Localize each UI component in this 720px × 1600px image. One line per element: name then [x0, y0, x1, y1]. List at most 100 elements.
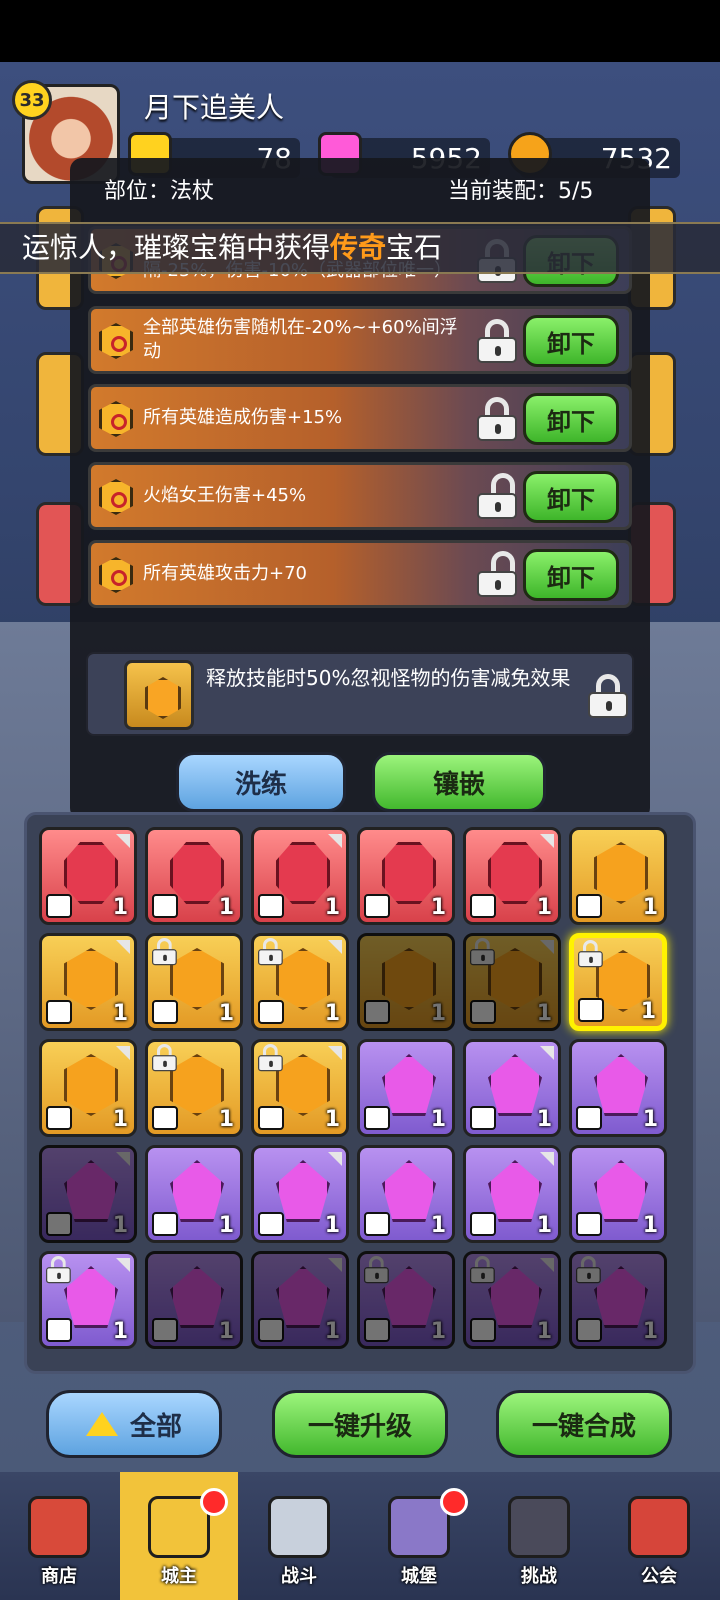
nav-tab[interactable]: 城堡 [360, 1472, 478, 1600]
inventory-gem-cell[interactable]: 1 [145, 1039, 243, 1137]
gem-count: 1 [218, 1001, 234, 1026]
nav-tab[interactable]: 战斗 [240, 1472, 358, 1600]
inventory-gem-cell[interactable]: 1 [463, 933, 561, 1031]
inventory-gem-cell[interactable]: 1 [569, 1145, 667, 1243]
inventory-gem-cell[interactable]: 1 [251, 827, 349, 925]
slot-type-icon [46, 1318, 72, 1342]
inventory-gem-cell[interactable]: 1 [145, 933, 243, 1031]
refine-button[interactable]: 洗练 [176, 752, 346, 812]
slot-type-icon [470, 1000, 496, 1024]
gem-icon [99, 479, 133, 515]
red-gem-icon [170, 842, 224, 904]
slot-type-icon [46, 1106, 72, 1130]
inventory-gem-cell[interactable]: 1 [463, 827, 561, 925]
nav-tab[interactable]: 商店 [0, 1472, 118, 1600]
equipped-gem-row: 火焰女王伤害+45% 卸下 [88, 462, 632, 530]
inventory-gem-cell[interactable]: 1 [463, 1251, 561, 1349]
inventory-gem-cell[interactable]: 1 [145, 1145, 243, 1243]
purple-gem-icon [488, 1054, 542, 1116]
slot-type-icon [470, 894, 496, 918]
inventory-gem-cell[interactable]: 1 [357, 1039, 455, 1137]
nav-tab[interactable]: 城主 [120, 1472, 238, 1600]
banner-text-suffix: 宝石 [386, 231, 443, 264]
red-gem-icon [382, 842, 436, 904]
gem-count: 1 [112, 1213, 128, 1238]
gem-count: 1 [430, 1107, 446, 1132]
inventory-gem-cell[interactable]: 1 [569, 933, 667, 1031]
gem-icon [99, 401, 133, 437]
purple-gem-icon [594, 1160, 648, 1222]
nav-tab[interactable]: 挑战 [480, 1472, 598, 1600]
gem-effect-text: 所有英雄造成伤害+15% [143, 407, 343, 428]
inventory-gem-cell[interactable]: 1 [39, 1145, 137, 1243]
red-gem-icon [488, 842, 542, 904]
gold-gem-icon [64, 948, 118, 1010]
inventory-gem-cell[interactable]: 1 [39, 827, 137, 925]
gem-count: 1 [640, 999, 656, 1024]
filter-all-button[interactable]: 全部 [46, 1390, 222, 1458]
gold-gem-icon [170, 1054, 224, 1116]
unequip-button[interactable]: 卸下 [523, 471, 619, 523]
slot-type-icon [576, 1106, 602, 1130]
nav-tab[interactable]: 公会 [600, 1472, 718, 1600]
gem-count: 1 [536, 1213, 552, 1238]
inventory-gem-cell[interactable]: 1 [357, 1145, 455, 1243]
banner-text-prefix: 运惊人，璀璨宝箱中获得 [22, 231, 331, 264]
unequip-button[interactable]: 卸下 [523, 393, 619, 445]
gem-count: 1 [430, 1319, 446, 1344]
inventory-gem-cell[interactable]: 1 [463, 1039, 561, 1137]
inlay-button[interactable]: 镶嵌 [372, 752, 546, 812]
corner-marker-icon [540, 940, 554, 954]
corner-marker-icon [328, 834, 342, 848]
guild-icon [628, 1496, 690, 1558]
slot-type-icon [364, 894, 390, 918]
gem-count: 1 [112, 1107, 128, 1132]
corner-marker-icon [328, 1046, 342, 1060]
purple-gem-icon [170, 1266, 224, 1328]
inventory-gem-cell[interactable]: 1 [357, 933, 455, 1031]
inventory-gem-cell[interactable]: 1 [39, 933, 137, 1031]
gold-gem-icon [276, 948, 330, 1010]
purple-gem-icon [170, 1160, 224, 1222]
inventory-gem-cell[interactable]: 1 [463, 1145, 561, 1243]
inventory-gem-cell[interactable]: 1 [251, 1251, 349, 1349]
inventory-gem-cell[interactable]: 1 [569, 1251, 667, 1349]
inventory-gem-cell[interactable]: 1 [357, 827, 455, 925]
inventory-gem-cell[interactable]: 1 [39, 1039, 137, 1137]
inventory-gem-cell[interactable]: 1 [251, 1039, 349, 1137]
status-bar [0, 0, 720, 62]
inventory-gem-cell[interactable]: 1 [357, 1251, 455, 1349]
gem-count: 1 [536, 1001, 552, 1026]
slot-type-icon [258, 894, 284, 918]
nav-tab-label: 城主 [161, 1566, 197, 1587]
corner-marker-icon [328, 1152, 342, 1166]
inventory-gem-cell[interactable]: 1 [251, 933, 349, 1031]
purple-gem-icon [488, 1266, 542, 1328]
unequip-button[interactable]: 卸下 [523, 549, 619, 601]
corner-marker-icon [328, 940, 342, 954]
slot-type-icon [46, 1000, 72, 1024]
inventory-gem-cell[interactable]: 1 [569, 827, 667, 925]
gem-count: 1 [324, 1213, 340, 1238]
slot-type-icon [578, 998, 604, 1022]
inventory-gem-cell[interactable]: 1 [145, 1251, 243, 1349]
one-click-upgrade-button[interactable]: 一键升级 [272, 1390, 448, 1458]
gem-count: 1 [536, 1319, 552, 1344]
inventory-gem-cell[interactable]: 1 [39, 1251, 137, 1349]
announcement-banner: 运惊人，璀璨宝箱中获得传奇宝石 [0, 222, 720, 274]
inventory-gem-cell[interactable]: 1 [569, 1039, 667, 1137]
slot-type-icon [576, 1318, 602, 1342]
inventory-gem-cell[interactable]: 1 [251, 1145, 349, 1243]
unequip-button[interactable]: 卸下 [523, 315, 619, 367]
slot-type-icon [364, 1318, 390, 1342]
nav-tab-label: 公会 [641, 1566, 677, 1587]
one-click-merge-button[interactable]: 一键合成 [496, 1390, 672, 1458]
slot-type-icon [258, 1318, 284, 1342]
inventory-gem-cell[interactable]: 1 [145, 827, 243, 925]
slot-type-icon [470, 1106, 496, 1130]
gem-count: 1 [218, 1319, 234, 1344]
corner-marker-icon [540, 834, 554, 848]
corner-marker-icon [540, 1258, 554, 1272]
gem-effect-text: 全部英雄伤害随机在-20%~+60%间浮动 [143, 317, 458, 362]
player-level-badge: 33 [12, 80, 52, 120]
